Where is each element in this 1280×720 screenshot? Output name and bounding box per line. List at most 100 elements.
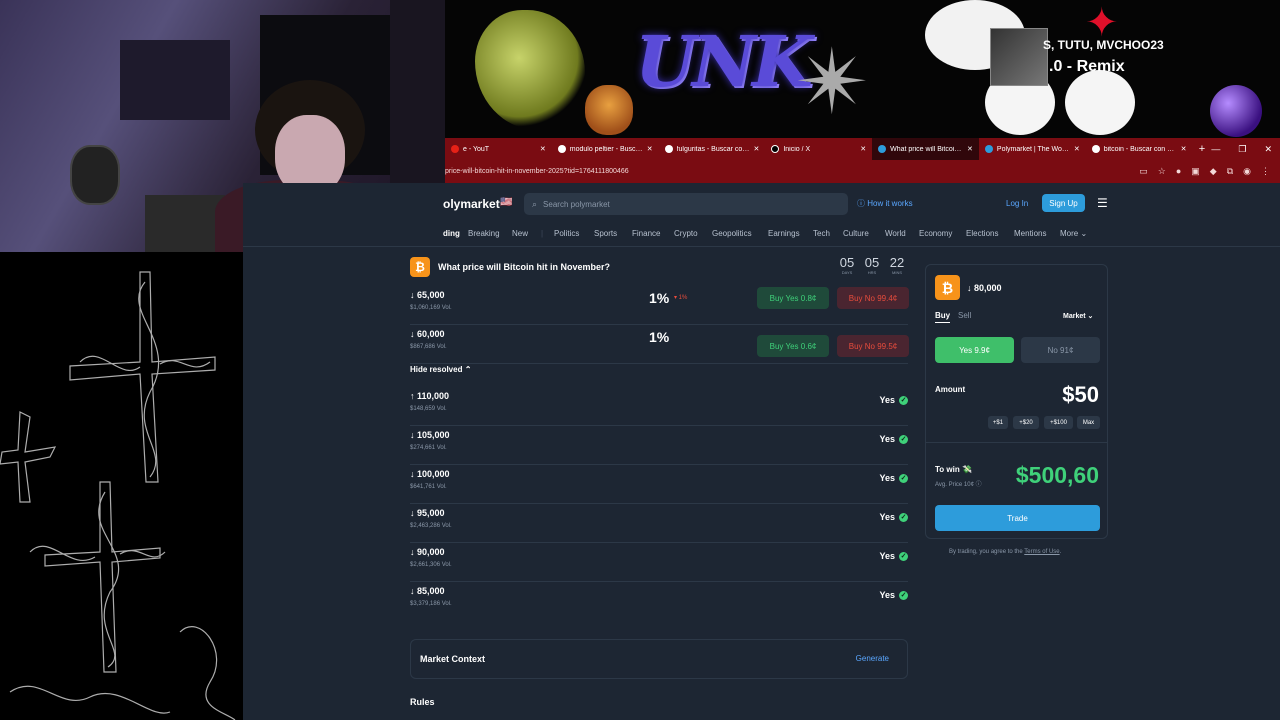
category-tech[interactable]: Tech (813, 229, 830, 238)
tab-x[interactable]: Inicio / X ✕ (765, 138, 872, 160)
category-elections[interactable]: Elections (966, 229, 998, 238)
profile-icon[interactable]: ◉ (1243, 166, 1251, 177)
market-title: What price will Bitcoin hit in November? (438, 262, 611, 272)
category-breaking[interactable]: Breaking (468, 229, 500, 238)
resolved-row[interactable]: ↑ 110,000 $148,659 Vol. Yes ✓ (410, 387, 908, 426)
search-icon: ⌕ (532, 198, 538, 209)
graffiti-text: UNK (635, 20, 813, 103)
resolved-label: Yes (879, 590, 895, 600)
tab-youtube[interactable]: e - YouT ✕ (445, 138, 552, 160)
minimize-icon[interactable]: — (1211, 144, 1220, 155)
resolved-row[interactable]: ↓ 95,000 $2,463,286 Vol. Yes ✓ (410, 504, 908, 543)
close-tab-icon[interactable]: ✕ (540, 145, 546, 153)
amount-label: Amount (935, 385, 966, 394)
no-outcome-button[interactable]: No 91¢ (1021, 337, 1100, 363)
category-more[interactable]: More ⌄ (1060, 229, 1087, 238)
tab-polymarket-bitcoin[interactable]: What price will Bitcoin hit ✕ (872, 138, 979, 160)
outcome-strike: ↓ 60,000 (410, 329, 445, 339)
bookmark-star-icon[interactable]: ☆ (1158, 166, 1166, 177)
face-graphic (1065, 70, 1135, 135)
more-label: More (1060, 229, 1079, 238)
close-tab-icon[interactable]: ✕ (1074, 145, 1080, 153)
amount-input[interactable]: $50 (1062, 382, 1099, 408)
outcome-row[interactable]: ↓ 60,000 $867,686 Vol. 1% Buy Yes 0.6¢ B… (410, 325, 909, 364)
terms-notice: By trading, you agree to the Terms of Us… (949, 549, 1061, 555)
song-title: .0 - Remix (1049, 58, 1125, 75)
generate-button[interactable]: Generate (856, 654, 889, 663)
add-20-button[interactable]: +$20 (1013, 416, 1039, 429)
category-crypto[interactable]: Crypto (674, 229, 698, 238)
category-economy[interactable]: Economy (919, 229, 952, 238)
outcome-strike: ↓ 85,000 (410, 586, 445, 596)
outcome-probability: 1% (649, 290, 670, 306)
close-tab-icon[interactable]: ✕ (967, 145, 973, 153)
new-tab-icon[interactable]: + (1192, 143, 1211, 155)
close-tab-icon[interactable]: ✕ (1181, 145, 1187, 153)
outcome-volume: $641,761 Vol. (410, 484, 447, 490)
google-favicon-icon (1091, 145, 1100, 153)
category-new[interactable]: New (512, 229, 528, 238)
category-finance[interactable]: Finance (632, 229, 660, 238)
window-controls: — ❐ ✕ (1211, 144, 1280, 155)
max-button[interactable]: Max (1077, 416, 1100, 429)
category-mentions[interactable]: Mentions (1014, 229, 1046, 238)
category-geopolitics[interactable]: Geopolitics (712, 229, 752, 238)
sell-tab[interactable]: Sell (958, 311, 971, 320)
tab-bitcoin-search[interactable]: bitcoin - Buscar con Goo ✕ (1086, 138, 1193, 160)
countdown-unit: DAYS (841, 270, 853, 275)
extension-icon[interactable]: ▣ (1191, 166, 1200, 177)
category-politics[interactable]: Politics (554, 229, 579, 238)
category-trending[interactable]: ding (443, 229, 460, 238)
x-favicon-icon (771, 145, 780, 153)
more-icon[interactable]: ⋮ (1261, 166, 1270, 177)
how-it-works-link[interactable]: ⓘ How it works (857, 198, 913, 209)
resolved-yes-badge: Yes ✓ (879, 551, 908, 561)
rules-heading: Rules (410, 697, 435, 707)
buy-yes-button[interactable]: Buy Yes 0.8¢ (757, 287, 829, 309)
close-tab-icon[interactable]: ✕ (647, 145, 653, 153)
terms-of-use-link[interactable]: Terms of Use (1024, 549, 1059, 555)
buy-no-button[interactable]: Buy No 99.5¢ (837, 335, 909, 357)
tab-modulo-peltier[interactable]: modulo peltier - Buscar c ✕ (552, 138, 659, 160)
close-tab-icon[interactable]: ✕ (753, 145, 759, 153)
resolved-row[interactable]: ↓ 85,000 $3,379,186 Vol. Yes ✓ (410, 582, 908, 621)
buy-tab[interactable]: Buy (935, 311, 951, 323)
order-type-dropdown[interactable]: Market ⌄ (1063, 312, 1093, 320)
terms-prefix: By trading, you agree to the (949, 549, 1025, 555)
outcome-row[interactable]: ↓ 65,000 $1,060,169 Vol. 1% ▾ 1% Buy Yes… (410, 286, 909, 325)
top-navbar: olymarket 🇺🇸 ⌕ Search polymarket ⓘ How i… (243, 183, 1280, 223)
category-sports[interactable]: Sports (594, 229, 617, 238)
resolved-row[interactable]: ↓ 90,000 $2,661,306 Vol. Yes ✓ (410, 543, 908, 582)
resolved-yes-badge: Yes ✓ (879, 512, 908, 522)
site-logo[interactable]: olymarket (443, 197, 500, 211)
login-button[interactable]: Log In (1006, 199, 1028, 208)
buy-no-button[interactable]: Buy No 99.4¢ (837, 287, 909, 309)
tab-fulguritas[interactable]: fulguritas - Buscar con G ✕ (659, 138, 766, 160)
buy-yes-button[interactable]: Buy Yes 0.6¢ (757, 335, 829, 357)
trade-button[interactable]: Trade (935, 505, 1100, 531)
category-world[interactable]: World (885, 229, 906, 238)
tab-polymarket-home[interactable]: Polymarket | The World's ✕ (979, 138, 1086, 160)
puzzle-icon[interactable]: ⧉ (1227, 166, 1233, 177)
restore-icon[interactable]: ❐ (1238, 144, 1246, 155)
category-earnings[interactable]: Earnings (768, 229, 800, 238)
extension-icon[interactable]: ● (1176, 166, 1181, 177)
add-1-button[interactable]: +$1 (988, 416, 1008, 429)
cast-icon[interactable]: ▭ (1139, 166, 1148, 177)
resolved-row[interactable]: ↓ 100,000 $641,761 Vol. Yes ✓ (410, 465, 908, 504)
hamburger-menu-icon[interactable]: ☰ (1097, 196, 1108, 210)
category-culture[interactable]: Culture (843, 229, 869, 238)
market-header: ₿ What price will Bitcoin hit in Novembe… (410, 255, 908, 279)
resolved-row[interactable]: ↓ 105,000 $274,661 Vol. Yes ✓ (410, 426, 908, 465)
close-window-icon[interactable]: ✕ (1265, 144, 1273, 155)
search-input[interactable]: ⌕ Search polymarket (524, 193, 848, 215)
outcome-strike: ↓ 105,000 (410, 430, 450, 440)
extension-icon[interactable]: ◆ (1210, 166, 1217, 177)
close-tab-icon[interactable]: ✕ (860, 145, 866, 153)
add-100-button[interactable]: +$100 (1044, 416, 1073, 429)
yes-outcome-button[interactable]: Yes 9.9¢ (935, 337, 1014, 363)
signup-button[interactable]: Sign Up (1042, 194, 1085, 212)
hide-resolved-toggle[interactable]: Hide resolved ⌃ (410, 365, 471, 374)
url-field[interactable]: price-will-bitcoin-hit-in-november-2025?… (445, 168, 1139, 175)
us-flag-icon[interactable]: 🇺🇸 (500, 197, 512, 208)
